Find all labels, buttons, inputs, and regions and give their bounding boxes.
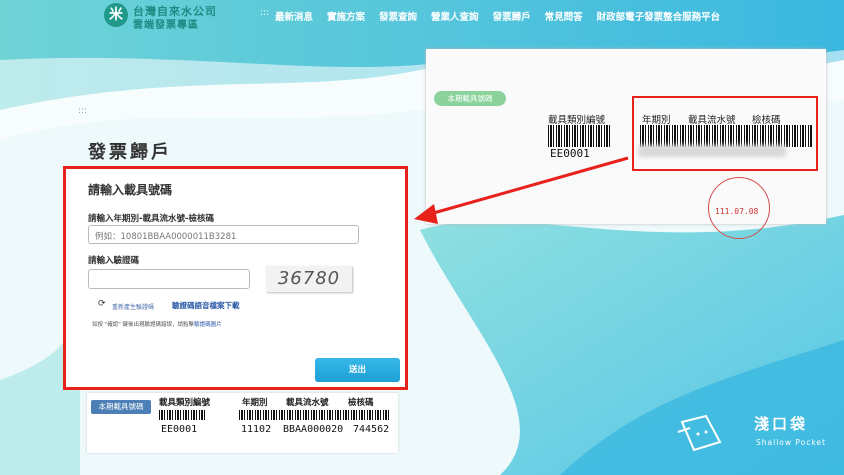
pointer-arrow: [414, 156, 629, 224]
